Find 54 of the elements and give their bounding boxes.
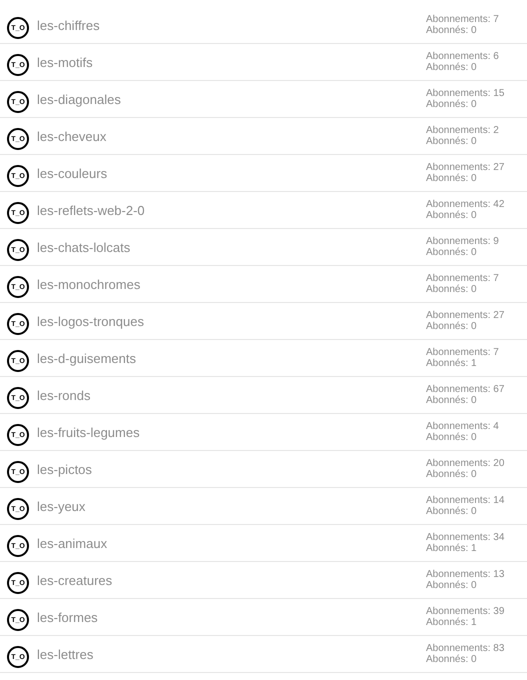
subscriptions-count: Abonnements: 15 xyxy=(426,88,506,99)
subscribers-count: Abonnés: 0 xyxy=(426,247,478,258)
list-name[interactable]: les-lettres xyxy=(37,647,94,662)
subscriptions-count: Abonnements: 42 xyxy=(426,199,506,210)
subscribers-count: Abonnés: 0 xyxy=(426,432,478,443)
subscriptions-count: Abonnements: 14 xyxy=(426,495,506,506)
subscribers-count: Abonnés: 0 xyxy=(426,25,478,36)
subscribers-count: Abonnés: 0 xyxy=(426,173,478,184)
subscriptions-count: Abonnements: 4 xyxy=(426,421,500,432)
subscribers-count: Abonnés: 0 xyxy=(426,395,478,406)
subscriptions-count: Abonnements: 39 xyxy=(426,606,506,617)
subscriptions-count: Abonnements: 67 xyxy=(426,384,506,395)
list-name[interactable]: les-couleurs xyxy=(37,166,108,181)
subscriptions-count: Abonnements: 2 xyxy=(426,125,500,136)
subscribers-count: Abonnés: 0 xyxy=(426,506,478,517)
subscribers-count: Abonnés: 0 xyxy=(426,654,478,665)
subscribers-count: Abonnés: 0 xyxy=(426,580,478,591)
list-name[interactable]: les-logos-tronques xyxy=(37,314,144,329)
list-name[interactable]: les-animaux xyxy=(37,536,108,551)
list-name[interactable]: les-creatures xyxy=(37,573,112,588)
subscribers-count: Abonnés: 0 xyxy=(426,469,478,480)
list-name[interactable]: les-chats-lolcats xyxy=(37,240,130,255)
list-name[interactable]: les-motifs xyxy=(37,55,93,70)
subscribers-count: Abonnés: 1 xyxy=(426,543,478,554)
subscriptions-count: Abonnements: 34 xyxy=(426,532,506,543)
list-name[interactable]: les-cheveux xyxy=(37,129,106,144)
list-name[interactable]: les-yeux xyxy=(37,499,86,514)
list-name[interactable]: les-pictos xyxy=(37,462,92,477)
subscriptions-count: Abonnements: 27 xyxy=(426,310,506,321)
list-name[interactable]: les-chiffres xyxy=(37,18,100,33)
subscriptions-count: Abonnements: 7 xyxy=(426,14,500,25)
subscribers-count: Abonnés: 1 xyxy=(426,617,478,628)
subscribers-count: Abonnés: 0 xyxy=(426,210,478,221)
subscriptions-count: Abonnements: 9 xyxy=(426,236,500,247)
subscriptions-count: Abonnements: 13 xyxy=(426,569,506,580)
subscribers-count: Abonnés: 0 xyxy=(426,321,478,332)
subscribers-count: Abonnés: 0 xyxy=(426,62,478,73)
list-name[interactable]: les-monochromes xyxy=(37,277,140,292)
subscriptions-count: Abonnements: 27 xyxy=(426,162,506,173)
subscribers-count: Abonnés: 0 xyxy=(426,136,478,147)
subscribers-count: Abonnés: 0 xyxy=(426,284,478,295)
list-name[interactable]: les-reflets-web-2-0 xyxy=(37,203,145,218)
subscriptions-count: Abonnements: 6 xyxy=(426,51,500,62)
subscriptions-count: Abonnements: 7 xyxy=(426,347,500,358)
subscribers-count: Abonnés: 0 xyxy=(426,99,478,110)
list-name[interactable]: les-formes xyxy=(37,610,98,625)
subscriptions-count: Abonnements: 7 xyxy=(426,273,500,284)
subscribers-count: Abonnés: 1 xyxy=(426,358,478,369)
subscriptions-count: Abonnements: 20 xyxy=(426,458,506,469)
list-name[interactable]: les-fruits-legumes xyxy=(37,425,140,440)
list-name[interactable]: les-d-guisements xyxy=(37,351,136,366)
subscriptions-count: Abonnements: 83 xyxy=(426,643,506,654)
list-name[interactable]: les-ronds xyxy=(37,388,90,403)
list-name[interactable]: les-diagonales xyxy=(37,92,121,107)
